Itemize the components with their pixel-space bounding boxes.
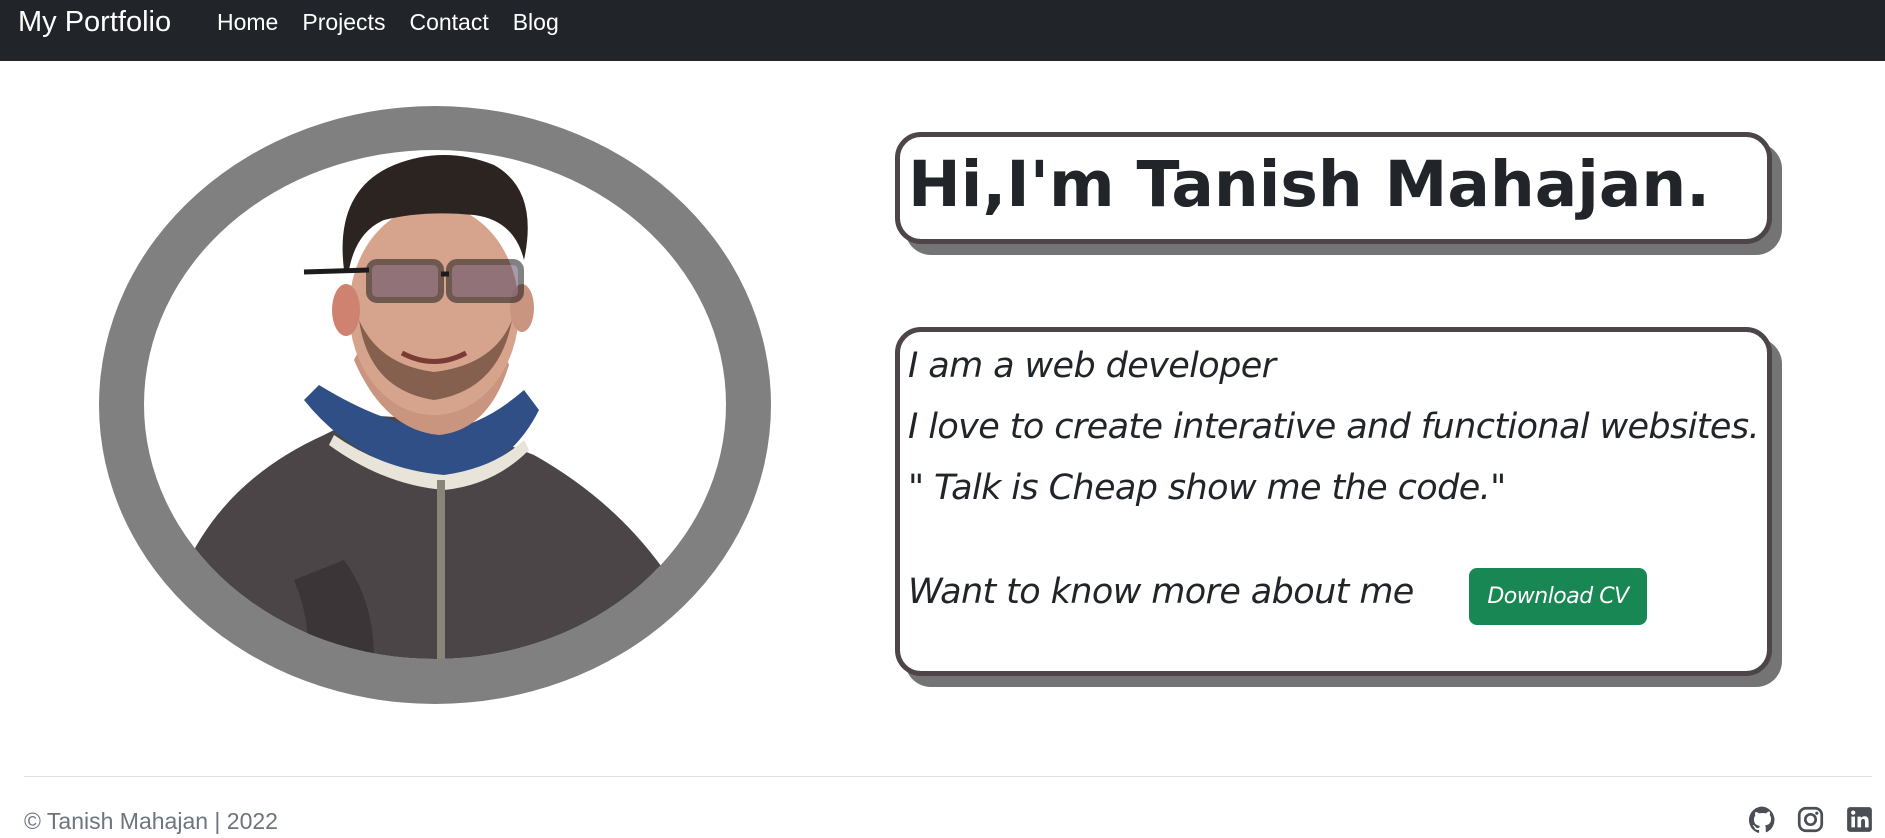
- github-icon[interactable]: [1749, 806, 1776, 833]
- profile-portrait-illustration: [164, 155, 684, 659]
- footer-divider: [24, 776, 1872, 777]
- profile-photo: [144, 150, 726, 659]
- copyright-text: © Tanish Mahajan | 2022: [24, 808, 278, 834]
- about-line-2: I love to create interative and function…: [908, 407, 1760, 447]
- instagram-icon[interactable]: [1797, 806, 1824, 833]
- brand-link[interactable]: My Portfolio: [18, 2, 171, 42]
- more-about-prompt: Want to know more about me: [908, 572, 1414, 612]
- nav-projects-link[interactable]: Projects: [302, 2, 385, 42]
- linkedin-icon[interactable]: [1846, 806, 1873, 833]
- nav-contact-link[interactable]: Contact: [409, 2, 488, 42]
- download-cv-button[interactable]: Download CV: [1469, 568, 1647, 625]
- page-title: Hi,I'm Tanish Mahajan.: [908, 148, 1711, 221]
- about-line-1: I am a web developer: [908, 346, 1276, 386]
- intro-title-card: Hi,I'm Tanish Mahajan.: [895, 132, 1772, 244]
- about-quote: " Talk is Cheap show me the code.": [908, 468, 1506, 508]
- nav-home-link[interactable]: Home: [217, 2, 278, 42]
- about-card: I am a web developer I love to create in…: [895, 327, 1772, 676]
- nav-links: Home Projects Contact Blog: [217, 2, 583, 42]
- navbar: My Portfolio Home Projects Contact Blog: [0, 0, 1885, 61]
- nav-blog-link[interactable]: Blog: [513, 2, 559, 42]
